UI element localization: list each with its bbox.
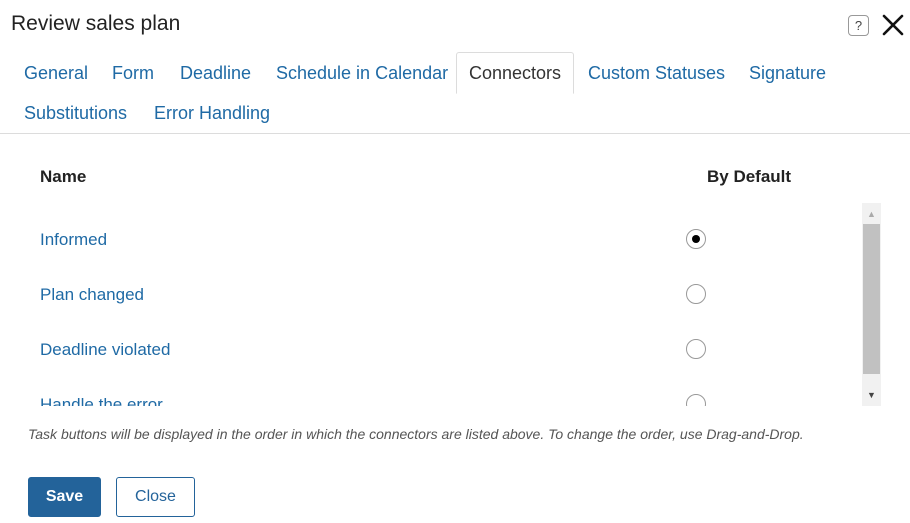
default-radio[interactable]	[686, 284, 706, 304]
tab-schedule-in-calendar[interactable]: Schedule in Calendar	[264, 53, 460, 93]
tab-deadline[interactable]: Deadline	[168, 53, 263, 93]
tab-custom-statuses[interactable]: Custom Statuses	[576, 53, 737, 93]
dialog-title: Review sales plan	[11, 12, 181, 35]
column-header-name: Name	[40, 167, 87, 186]
triangle-down-icon[interactable]: ▼	[862, 386, 881, 404]
triangle-up-icon[interactable]: ▲	[862, 205, 881, 223]
connector-list: Informed Plan changed Deadline violated …	[0, 203, 880, 406]
save-button[interactable]: Save	[28, 477, 101, 517]
tab-error-handling[interactable]: Error Handling	[142, 93, 282, 133]
list-item[interactable]: Plan changed	[0, 268, 860, 323]
order-hint: Task buttons will be displayed in the or…	[28, 426, 804, 442]
tab-form[interactable]: Form	[100, 53, 166, 93]
default-radio[interactable]	[686, 394, 706, 406]
list-item[interactable]: Deadline violated	[0, 323, 860, 378]
connector-name[interactable]: Handle the error	[40, 395, 163, 406]
close-button[interactable]: Close	[116, 477, 195, 517]
connector-name[interactable]: Informed	[40, 230, 107, 250]
connector-name[interactable]: Plan changed	[40, 285, 144, 305]
default-radio[interactable]	[686, 339, 706, 359]
column-header-by-default: By Default	[707, 167, 792, 186]
default-radio[interactable]	[686, 229, 706, 249]
tab-connectors[interactable]: Connectors	[456, 52, 575, 94]
connector-name[interactable]: Deadline violated	[40, 340, 170, 360]
tab-substitutions[interactable]: Substitutions	[12, 93, 139, 133]
close-icon[interactable]	[880, 12, 906, 38]
list-item[interactable]: Informed	[0, 213, 860, 268]
tab-bar: General Form Deadline Schedule in Calend…	[0, 52, 910, 134]
list-item[interactable]: Handle the error	[0, 378, 860, 406]
scroll-thumb[interactable]	[863, 224, 880, 374]
tab-general[interactable]: General	[12, 53, 100, 93]
list-scrollbar[interactable]: ▲ ▼	[862, 203, 881, 406]
help-icon[interactable]: ?	[848, 15, 869, 36]
tab-signature[interactable]: Signature	[737, 53, 838, 93]
